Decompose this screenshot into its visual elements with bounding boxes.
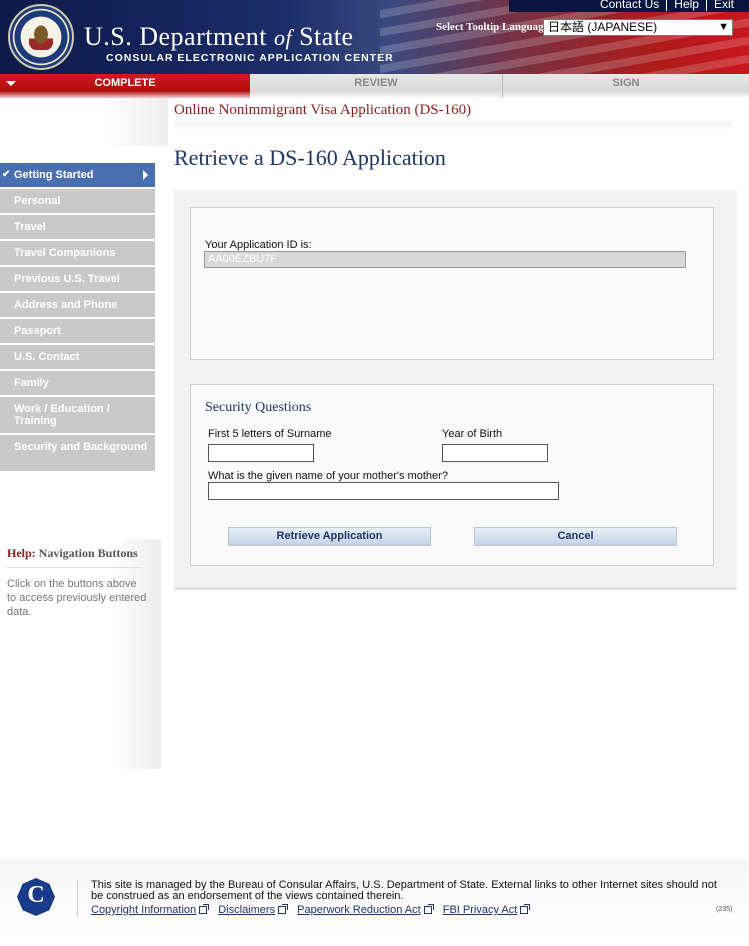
paperwork-reduction-act-link[interactable]: Paperwork Reduction Act <box>297 904 434 916</box>
tooltip-language-select[interactable]: 日本語 (JAPANESE) ▼ <box>543 19 733 36</box>
tab-complete-label: COMPLETE <box>94 77 156 89</box>
sidebar-top-shade <box>0 98 168 146</box>
sidebar-item-label: Security and Background <box>14 441 148 453</box>
external-link-icon <box>199 904 210 914</box>
footer-divider <box>77 880 78 916</box>
sidebar-item-label: Travel <box>14 221 46 233</box>
application-title: Online Nonimmigrant Visa Application (DS… <box>174 102 472 118</box>
site-footer: C This site is managed by the Bureau of … <box>0 859 749 946</box>
sidebar-item-label: Address and Phone <box>14 299 118 311</box>
contact-us-link[interactable]: Contact Us <box>593 0 666 11</box>
link-label: Paperwork Reduction Act <box>297 904 421 916</box>
tab-complete[interactable]: COMPLETE <box>0 74 250 98</box>
sidebar-item-travel-companions[interactable]: Travel Companions <box>0 241 155 265</box>
retrieve-application-button[interactable]: Retrieve Application <box>228 527 431 546</box>
help-panel: Help: Navigation Buttons Click on the bu… <box>0 539 161 769</box>
sidebar-item-label: Personal <box>14 195 61 207</box>
help-text: Click on the buttons above to access pre… <box>7 578 147 618</box>
sidebar-item-label: Family <box>14 377 49 389</box>
department-seal-icon <box>8 4 74 70</box>
tab-review-label: REVIEW <box>354 77 398 89</box>
link-label: Copyright Information <box>91 904 197 916</box>
help-divider <box>7 567 143 568</box>
sidebar-item-work-education[interactable]: Work / Education / Training <box>0 397 155 433</box>
sidebar-item-address-and-phone[interactable]: Address and Phone <box>0 293 155 317</box>
tab-sign[interactable]: SIGN <box>503 74 749 98</box>
help-title: Help: Navigation Buttons <box>7 546 138 561</box>
sidebar-item-family[interactable]: Family <box>0 371 155 395</box>
sidebar-item-label: Work / Education / Training <box>14 403 110 427</box>
sidebar-item-label: Previous U.S. Travel <box>14 273 120 285</box>
sidebar-item-us-contact[interactable]: U.S. Contact <box>0 345 155 369</box>
year-of-birth-input[interactable] <box>442 444 548 462</box>
progress-tabs: COMPLETE REVIEW SIGN <box>0 74 749 98</box>
security-questions-title: Security Questions <box>205 400 312 415</box>
copyright-information-link[interactable]: Copyright Information <box>91 904 210 916</box>
surname-label: First 5 letters of Surname <box>208 428 332 440</box>
arrow-right-icon <box>143 170 148 180</box>
top-links: Contact Us Help Exit <box>593 0 741 11</box>
sidebar-item-travel[interactable]: Travel <box>0 215 155 239</box>
eagle-icon <box>29 24 53 50</box>
sidebar-item-label: Getting Started <box>14 169 94 181</box>
sidebar-item-label: Passport <box>14 325 62 337</box>
surname-input[interactable] <box>208 444 314 462</box>
tab-sign-label: SIGN <box>612 77 640 89</box>
chevron-down-icon: ▼ <box>718 21 729 33</box>
footer-links: Copyright Information Disclaimers Paperw… <box>91 904 536 916</box>
tab-review[interactable]: REVIEW <box>250 74 503 98</box>
exit-link[interactable]: Exit <box>705 0 741 11</box>
title-divider <box>174 121 732 131</box>
sidebar-item-personal[interactable]: Personal <box>0 189 155 213</box>
mothers-mother-input[interactable] <box>208 482 559 500</box>
triangle-down-icon <box>6 81 16 86</box>
help-prefix: Help: <box>7 546 36 560</box>
page-title: Retrieve a DS-160 Application <box>174 145 446 170</box>
footer-disclaimer-text: This site is managed by the Bureau of Co… <box>91 879 717 902</box>
department-subtitle: CONSULAR ELECTRONIC APPLICATION CENTER <box>106 52 394 64</box>
year-of-birth-label: Year of Birth <box>442 428 503 440</box>
dept-title-end: State <box>299 22 354 51</box>
help-heading: Navigation Buttons <box>38 546 138 560</box>
tooltip-language-label: Select Tooltip Language <box>436 21 549 33</box>
external-link-icon <box>278 904 289 914</box>
external-link-icon <box>520 904 531 914</box>
sidebar-item-passport[interactable]: Passport <box>0 319 155 343</box>
sidebar-nav: ✔ Getting Started Personal Travel Travel… <box>0 163 155 473</box>
sidebar-item-getting-started[interactable]: ✔ Getting Started <box>0 163 155 187</box>
sidebar-item-security-background[interactable]: Security and Background <box>0 435 155 471</box>
sidebar-item-previous-us-travel[interactable]: Previous U.S. Travel <box>0 267 155 291</box>
help-link[interactable]: Help <box>666 0 706 11</box>
application-id-panel <box>190 207 714 360</box>
link-label: FBI Privacy Act <box>442 904 518 916</box>
dept-title-main: U.S. Department <box>84 22 267 51</box>
link-label: Disclaimers <box>218 904 276 916</box>
site-header: Contact Us Help Exit U.S. Department of … <box>0 0 749 74</box>
check-icon: ✔ <box>2 169 11 180</box>
application-id-field: AA00EZBU7F <box>204 251 686 268</box>
external-link-icon <box>423 904 434 914</box>
disclaimers-link[interactable]: Disclaimers <box>218 904 289 916</box>
department-title: U.S. Department of State <box>84 22 354 52</box>
cancel-button[interactable]: Cancel <box>474 527 677 546</box>
application-id-label: Your Application ID is: <box>205 239 312 251</box>
tooltip-language-value: 日本語 (JAPANESE) <box>548 20 658 34</box>
page-number: (235) <box>716 906 733 913</box>
fbi-privacy-act-link[interactable]: FBI Privacy Act <box>442 904 531 916</box>
dept-title-of: of <box>273 25 293 50</box>
consular-affairs-logo-icon: C <box>17 878 55 916</box>
sidebar-item-label: Travel Companions <box>14 247 116 259</box>
sidebar-item-label: U.S. Contact <box>14 351 80 363</box>
mothers-mother-label: What is the given name of your mother's … <box>208 470 448 482</box>
